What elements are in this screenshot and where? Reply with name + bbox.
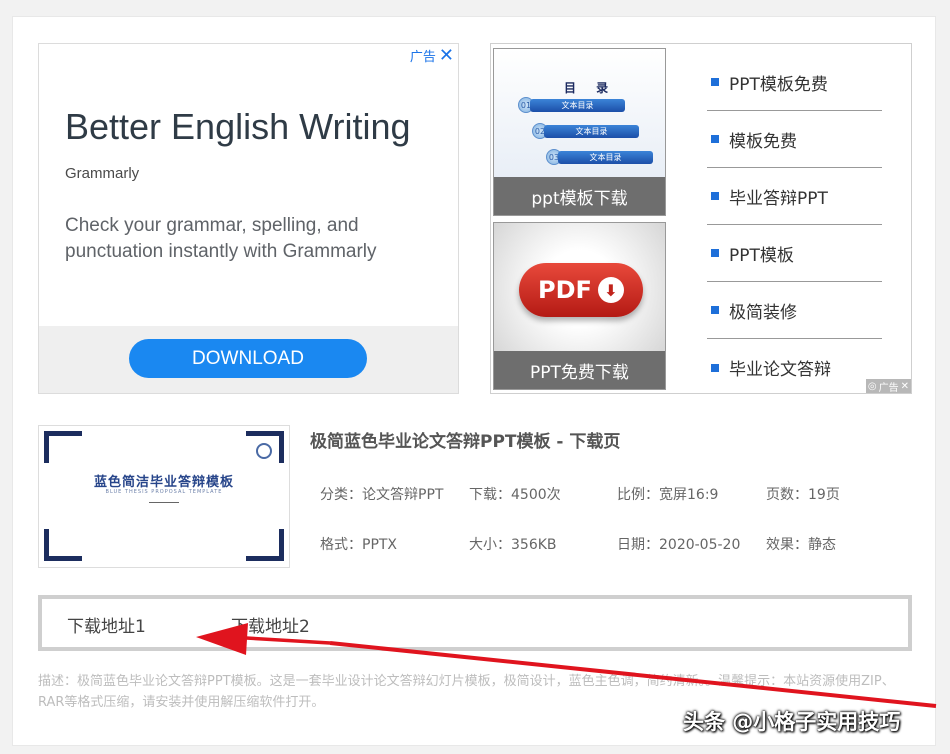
pdf-download-graphic: PDF ⬇: [519, 263, 643, 317]
ad-download-button[interactable]: DOWNLOAD: [129, 339, 367, 378]
ad-link[interactable]: PPT模板免费: [707, 54, 882, 111]
download-arrow-icon: ⬇: [597, 277, 624, 303]
ad-link-list: PPT模板免费 模板免费 毕业答辩PPT PPT模板 极简装修 毕业论文答辩: [707, 54, 882, 396]
toc-bar: 文本目录: [530, 99, 625, 112]
slide-divider: [149, 502, 179, 503]
ad-link-label: 模板免费: [729, 131, 797, 152]
meta-downloads: 下载：4500次: [469, 487, 561, 503]
ad-info-icon: ◎: [867, 380, 877, 392]
ad-link[interactable]: 毕业论文答辩: [707, 339, 882, 396]
ad-link-label: PPT模板: [729, 245, 794, 266]
corner-frame: [246, 529, 284, 561]
ad-badge[interactable]: ◎ 广告 ✕: [865, 379, 911, 394]
ad-link-label: 毕业答辩PPT: [729, 188, 828, 209]
meta-pages: 页数：19页: [766, 487, 840, 503]
watermark: 头条 @小格子实用技巧: [683, 710, 901, 734]
ad-link-label: 极简装修: [729, 302, 797, 323]
ad-link-label: 毕业论文答辩: [729, 360, 831, 380]
toc-slide-image: 目 录 01 文本目录 02 文本目录 03 文本目录: [494, 49, 665, 179]
thumbnail-caption[interactable]: PPT免费下载: [494, 351, 665, 389]
ad-brand: Grammarly: [65, 165, 140, 182]
ad-footer: DOWNLOAD: [39, 326, 458, 393]
school-logo-icon: [256, 443, 272, 459]
ad-description: Check your grammar, spelling, and punctu…: [65, 215, 377, 262]
ad-headline[interactable]: Better English Writing: [65, 106, 410, 148]
meta-format: 格式：PPTX: [320, 537, 398, 553]
slide-preview: 蓝色简洁毕业答辩模板 BLUE THESIS PROPOSAL TEMPLATE: [44, 431, 284, 561]
ad-link[interactable]: PPT模板: [707, 225, 882, 282]
bullet-square-icon: [711, 78, 719, 86]
meta-category: 分类：论文答辩PPT: [320, 487, 444, 503]
ad-choices[interactable]: 广告 ✕: [410, 46, 454, 65]
thumbnail-caption[interactable]: ppt模板下载: [494, 177, 665, 215]
ppt-thumbnail-ad[interactable]: 目 录 01 文本目录 02 文本目录 03 文本目录 ppt模板下载: [493, 48, 666, 216]
toc-title: 目 录: [564, 81, 617, 95]
slide-subtitle: BLUE THESIS PROPOSAL TEMPLATE: [105, 489, 223, 495]
bullet-square-icon: [711, 192, 719, 200]
product-title: 极简蓝色毕业论文答辩PPT模板 - 下载页: [310, 432, 621, 452]
meta-date: 日期：2020-05-20: [617, 537, 741, 553]
pdf-image: PDF ⬇: [494, 223, 665, 353]
slide-title: 蓝色简洁毕业答辩模板: [93, 475, 234, 490]
toc-bar: 文本目录: [544, 125, 639, 138]
ppt-ad-box: 目 录 01 文本目录 02 文本目录 03 文本目录 ppt模板下载 PDF …: [490, 43, 912, 394]
bullet-square-icon: [711, 363, 719, 372]
ad-link[interactable]: 毕业答辩PPT: [707, 168, 882, 225]
ad-link[interactable]: 模板免费: [707, 111, 882, 168]
toc-bar: 文本目录: [558, 151, 653, 164]
download-link-2[interactable]: 下载地址2: [231, 612, 310, 637]
close-icon[interactable]: ✕: [901, 381, 909, 392]
bullet-square-icon: [711, 306, 719, 314]
close-icon[interactable]: ✕: [439, 46, 454, 65]
corner-frame: [44, 529, 82, 561]
ad-link[interactable]: 极简装修: [707, 282, 882, 339]
pdf-thumbnail-ad[interactable]: PDF ⬇ PPT免费下载: [493, 222, 666, 390]
bullet-square-icon: [711, 249, 719, 257]
download-links-box: 下载地址1 下载地址2: [38, 595, 912, 651]
ad-badge-label: 广告: [878, 382, 899, 394]
ad-label-text: 广告: [409, 50, 436, 65]
grammarly-ad[interactable]: 广告 ✕ Better English Writing Grammarly Ch…: [38, 43, 459, 394]
bullet-square-icon: [711, 135, 719, 143]
meta-ratio: 比例：宽屏16:9: [617, 487, 719, 503]
ad-link-label: PPT模板免费: [729, 74, 828, 95]
download-link-1[interactable]: 下载地址1: [67, 612, 146, 637]
product-thumbnail[interactable]: 蓝色简洁毕业答辩模板 BLUE THESIS PROPOSAL TEMPLATE: [38, 425, 290, 568]
corner-frame: [44, 431, 82, 463]
pdf-label: PDF: [538, 276, 592, 304]
meta-effect: 效果：静态: [766, 537, 836, 553]
meta-size: 大小：356KB: [469, 537, 557, 553]
